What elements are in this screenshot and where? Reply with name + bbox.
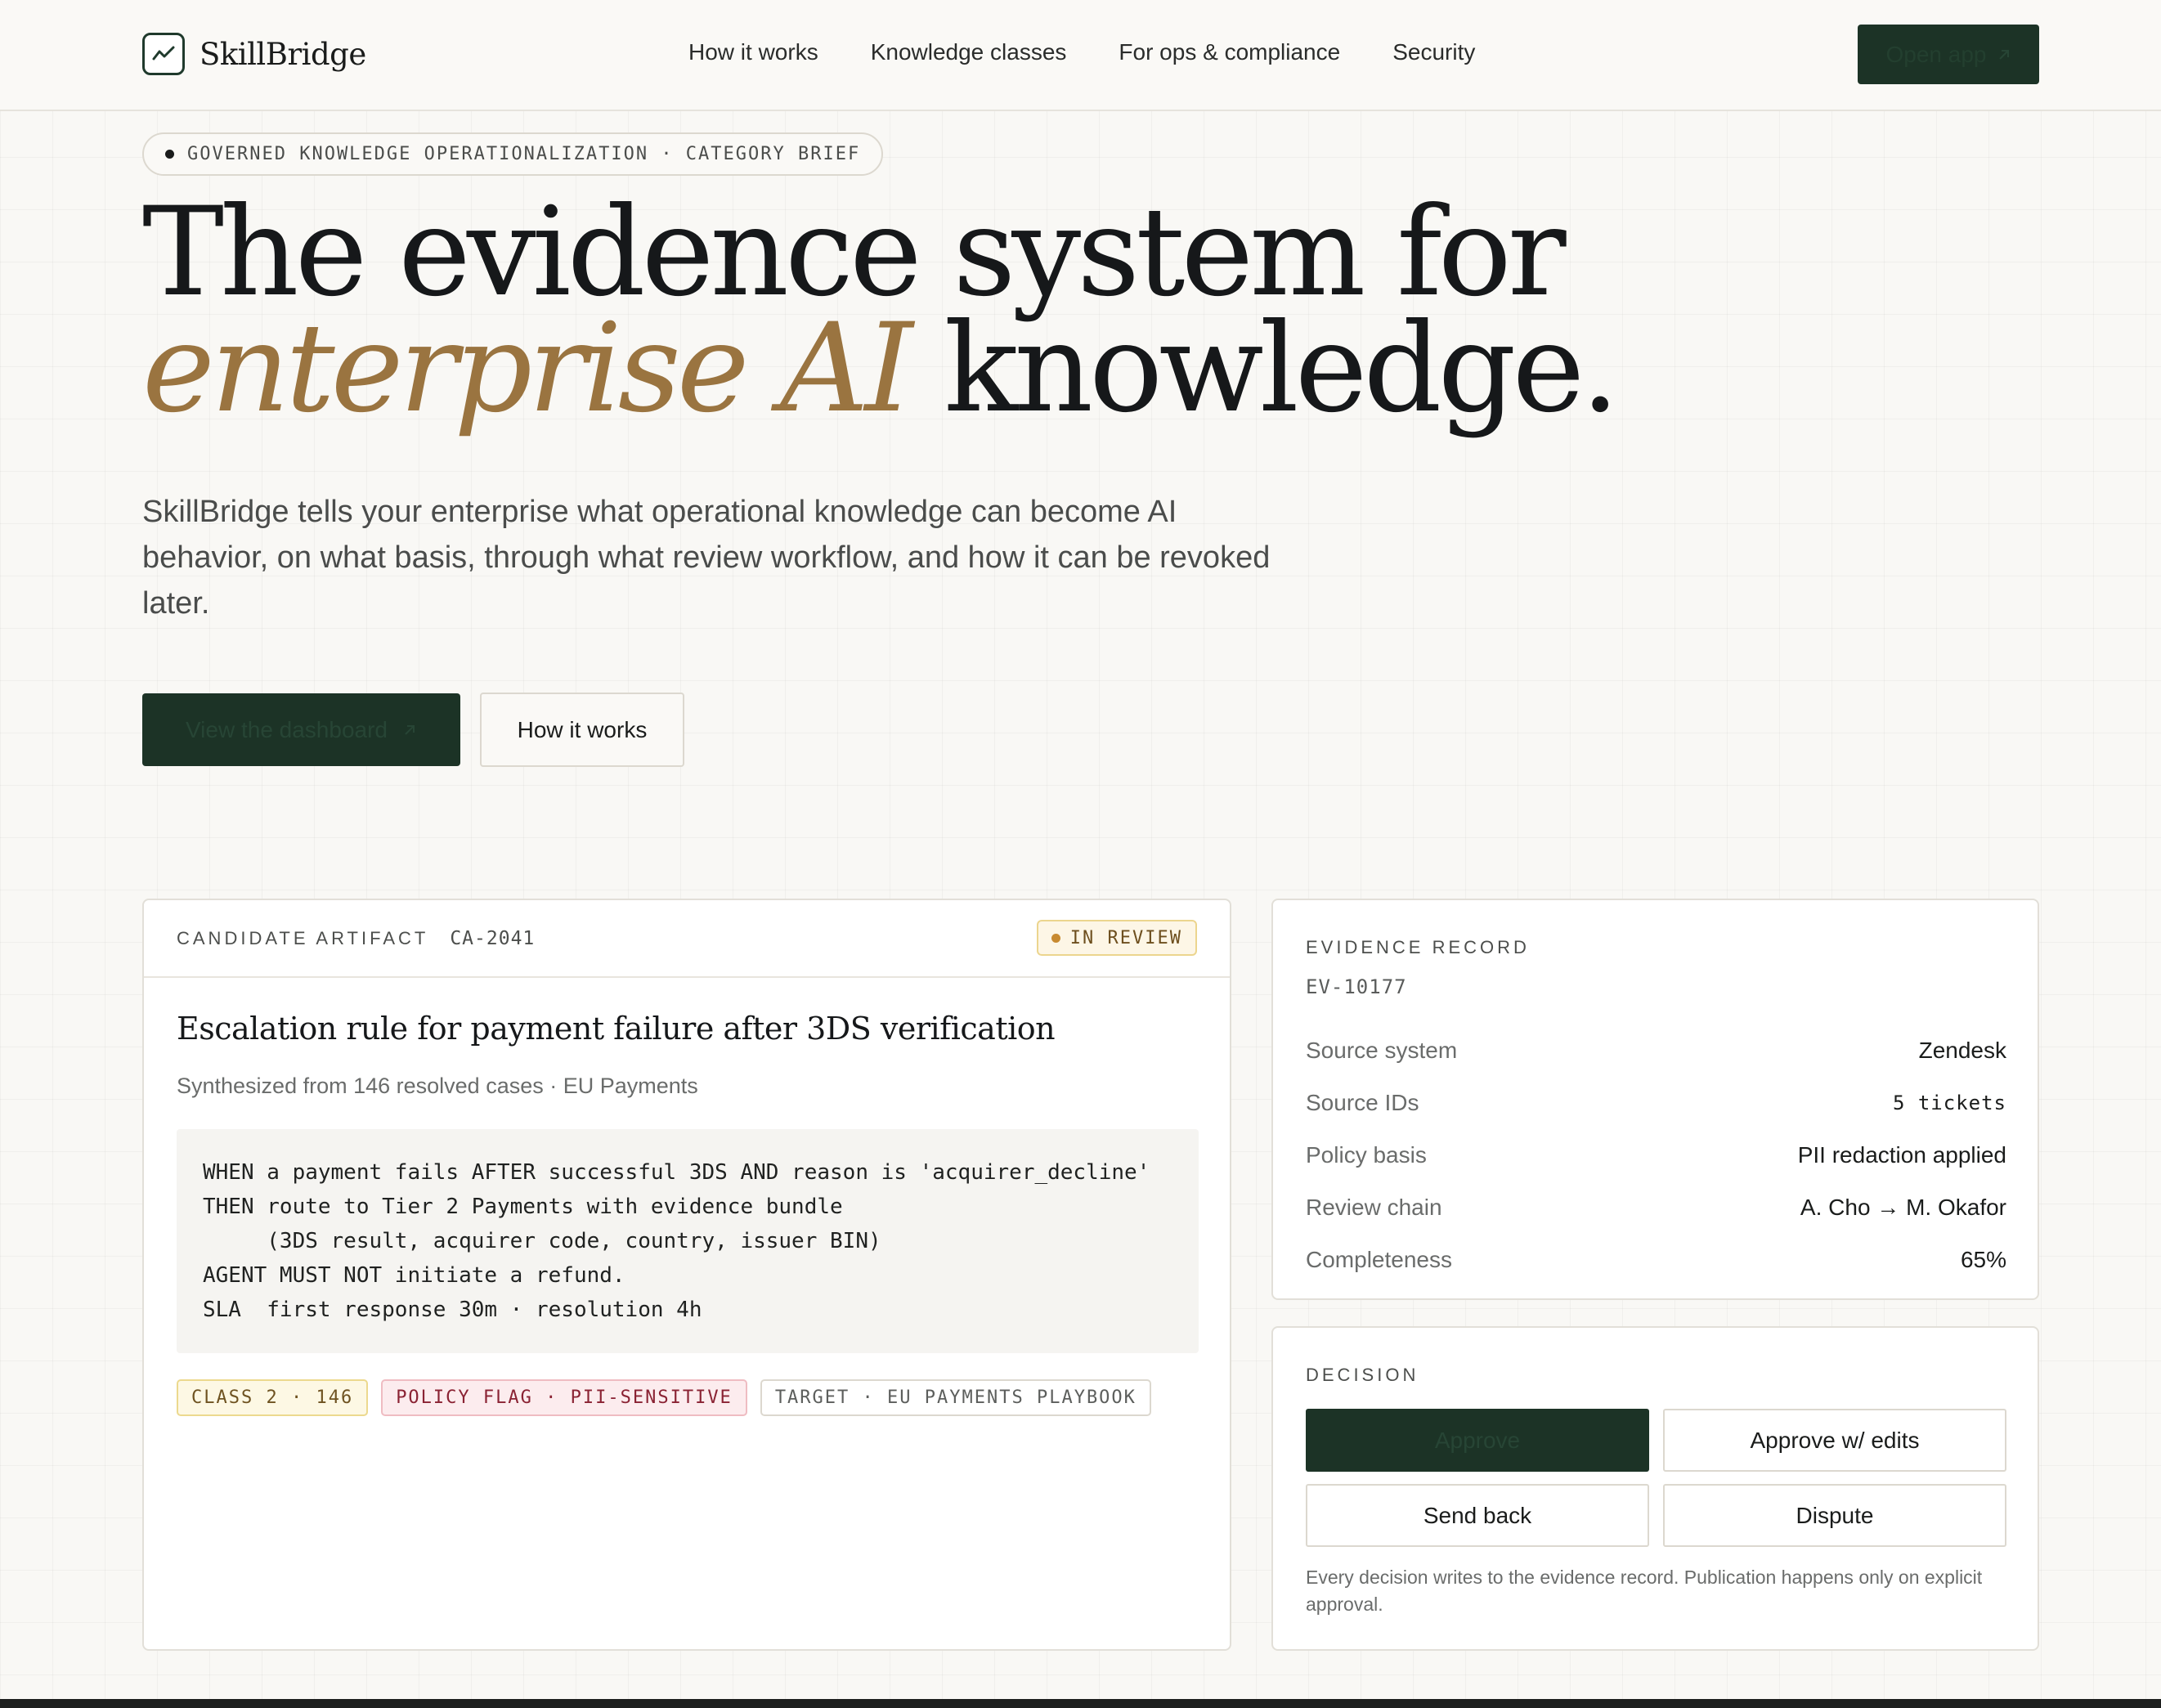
artifact-tags: CLASS 2 · 146 POLICY FLAG · PII-SENSITIV… [177, 1379, 1151, 1416]
how-it-works-button[interactable]: How it works [480, 693, 684, 767]
evidence-row-source-ids: Source IDs 5 tickets [1306, 1077, 2006, 1129]
evidence-key: Policy basis [1306, 1142, 1427, 1168]
evidence-record-card: EVIDENCE RECORD EV-10177 Source system Z… [1271, 899, 2039, 1300]
headline-rest: knowledge. [908, 298, 1620, 440]
brand-name: SkillBridge [200, 36, 366, 72]
evidence-row-completeness: Completeness 65% [1306, 1234, 2006, 1286]
headline-accent: enterprise AI [142, 298, 913, 440]
evidence-row-policy-basis: Policy basis PII redaction applied [1306, 1129, 2006, 1181]
evidence-value: PII redaction applied [1797, 1142, 2006, 1168]
category-eyebrow: GOVERNED KNOWLEDGE OPERATIONALIZATION · … [142, 132, 884, 176]
nav-links: How it works Knowledge classes For ops &… [688, 39, 1475, 65]
evidence-row-source-system: Source system Zendesk [1306, 1024, 2006, 1077]
view-dashboard-button[interactable]: View the dashboard [142, 693, 460, 766]
nav-link-ops-compliance[interactable]: For ops & compliance [1119, 39, 1340, 65]
hero-lede: SkillBridge tells your enterprise what o… [142, 495, 1271, 621]
view-dashboard-label: View the dashboard [186, 716, 388, 742]
evidence-row-review-chain: Review chain A. Cho → M. Okafor [1306, 1181, 2006, 1234]
open-app-label: Open app [1885, 41, 1987, 67]
approve-with-edits-button[interactable]: Approve w/ edits [1663, 1409, 2006, 1472]
artifact-title: Escalation rule for payment failure afte… [177, 1011, 1056, 1047]
evidence-value: 65% [1960, 1247, 2006, 1272]
eyebrow-text: GOVERNED KNOWLEDGE OPERATIONALIZATION · … [187, 144, 861, 164]
evidence-key: Source system [1306, 1038, 1458, 1063]
decision-label: DECISION [1306, 1365, 1419, 1385]
evidence-label: EVIDENCE RECORD [1306, 937, 1530, 957]
status-text: IN REVIEW [1069, 927, 1182, 948]
nav-link-security[interactable]: Security [1392, 39, 1475, 65]
artifact-header: CANDIDATE ARTIFACT CA-2041 IN REVIEW [144, 900, 1230, 978]
bottom-divider [0, 1699, 2161, 1708]
candidate-artifact-card: CANDIDATE ARTIFACT CA-2041 IN REVIEW Esc… [142, 899, 1231, 1651]
artifact-label: CANDIDATE ARTIFACT [177, 927, 429, 948]
decision-card: DECISION Approve Approve w/ edits Send b… [1271, 1326, 2039, 1651]
class-tag: CLASS 2 · 146 [177, 1379, 369, 1416]
decision-note: Every decision writes to the evidence re… [1306, 1567, 1983, 1615]
send-back-button[interactable]: Send back [1306, 1484, 1649, 1547]
artifact-id: CA-2041 [450, 927, 536, 949]
evidence-key: Source IDs [1306, 1090, 1419, 1115]
dispute-button[interactable]: Dispute [1663, 1484, 2006, 1547]
brand-logo[interactable]: SkillBridge [142, 33, 366, 75]
arrow-up-right-icon [402, 717, 417, 743]
rule-code-block: WHEN a payment fails AFTER successful 3D… [177, 1129, 1199, 1353]
bullet-dot-icon [165, 150, 174, 159]
evidence-key: Completeness [1306, 1247, 1452, 1272]
policy-flag-tag: POLICY FLAG · PII-SENSITIVE [381, 1379, 747, 1416]
evidence-rows: Source system Zendesk Source IDs 5 ticke… [1306, 1024, 2006, 1286]
evidence-value: Zendesk [1918, 1038, 2006, 1063]
evidence-value: A. Cho → M. Okafor [1800, 1195, 2006, 1220]
status-dot-icon [1051, 933, 1060, 943]
hero-headline: The evidence system for enterprise AI kn… [142, 191, 1620, 430]
arrow-up-right-icon [1997, 42, 2011, 68]
evidence-key: Review chain [1306, 1195, 1442, 1220]
open-app-button[interactable]: Open app [1858, 25, 2039, 84]
approve-button[interactable]: Approve [1306, 1409, 1649, 1472]
status-badge: IN REVIEW [1036, 920, 1197, 956]
evidence-id: EV-10177 [1306, 975, 1407, 998]
top-nav: SkillBridge How it works Knowledge class… [0, 0, 2161, 111]
evidence-value: 5 tickets [1892, 1092, 2006, 1114]
target-tag: TARGET · EU PAYMENTS PLAYBOOK [760, 1379, 1151, 1416]
nav-link-knowledge-classes[interactable]: Knowledge classes [871, 39, 1067, 65]
artifact-subtitle: Synthesized from 146 resolved cases · EU… [177, 1074, 698, 1098]
trend-line-icon [142, 33, 185, 75]
nav-link-how-it-works[interactable]: How it works [688, 39, 818, 65]
